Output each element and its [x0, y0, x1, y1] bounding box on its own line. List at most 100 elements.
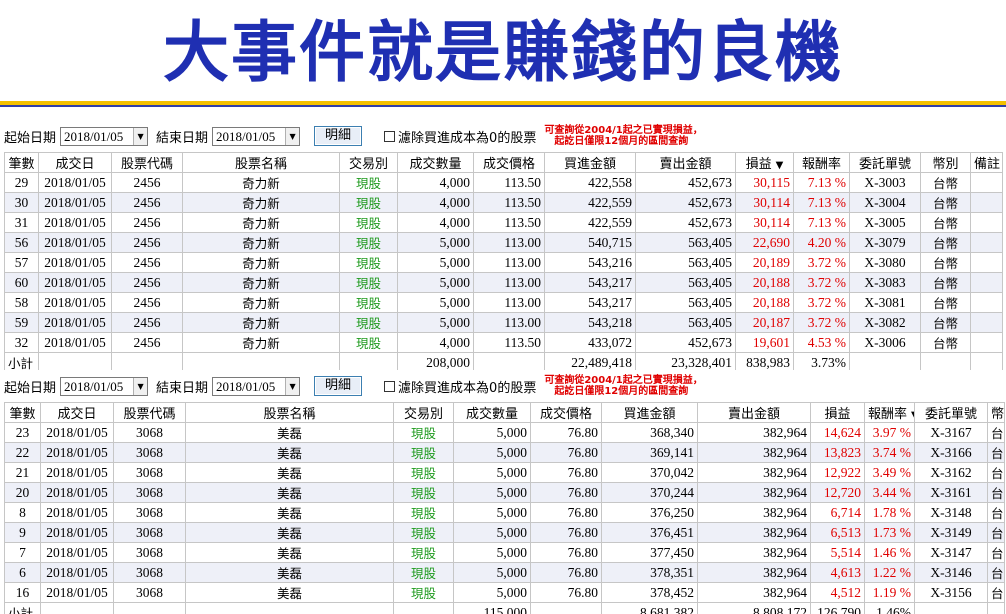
cell-buy-amount: 368,340: [601, 422, 698, 443]
end-date-select[interactable]: 2018/01/05 ▼: [212, 126, 301, 146]
cell-row-count: 9: [4, 522, 41, 543]
table-row[interactable]: 59 2018/01/05 2456 奇力新 現股 5,000 113.00 543,218 5…: [4, 312, 1003, 333]
cell-currency: 台幣: [920, 172, 971, 193]
col-header-sell-amount[interactable]: 賣出金額: [697, 402, 811, 423]
cell-price: 76.80: [530, 422, 602, 443]
table-row[interactable]: 23 2018/01/05 3068 美磊 現股 5,000 76.80 368,340 382…: [4, 422, 1005, 443]
table-row[interactable]: 9 2018/01/05 3068 美磊 現股 5,000 76.80 376,451 382,…: [4, 522, 1005, 543]
cell-price: 113.00: [473, 252, 545, 273]
end-date-value: 2018/01/05: [216, 378, 276, 394]
dropdown-arrow-icon[interactable]: ▼: [133, 127, 148, 145]
checkbox-icon[interactable]: [384, 130, 396, 142]
end-date-select[interactable]: 2018/01/05 ▼: [212, 376, 301, 396]
start-date-value: 2018/01/05: [64, 378, 124, 394]
col-header-trade-date[interactable]: 成交日: [38, 152, 112, 173]
cell-sell-amount: 382,964: [697, 522, 811, 543]
cell-quantity: 5,000: [397, 272, 474, 293]
col-header-stock-code[interactable]: 股票代碼: [111, 152, 183, 173]
cell-return: 3.72 %: [793, 272, 850, 293]
cell-currency: 台幣: [987, 542, 1005, 563]
table-row[interactable]: 8 2018/01/05 3068 美磊 現股 5,000 76.80 376,250 382,…: [4, 502, 1005, 523]
cell-buy-amount: 422,558: [544, 172, 636, 193]
col-header-stock-code[interactable]: 股票代碼: [113, 402, 186, 423]
cell-row-count: 58: [4, 292, 39, 313]
slide-title: 大事件就是賺錢的良機: [163, 14, 843, 91]
col-header-profit[interactable]: 損益 ▼: [735, 152, 794, 173]
dropdown-arrow-icon[interactable]: ▼: [133, 377, 148, 395]
table-row[interactable]: 30 2018/01/05 2456 奇力新 現股 4,000 113.50 422,559 4…: [4, 192, 1003, 213]
table-row[interactable]: 56 2018/01/05 2456 奇力新 現股 5,000 113.00 540,715 5…: [4, 232, 1003, 253]
subtotal-label: 小計: [4, 602, 41, 614]
table-row[interactable]: 58 2018/01/05 2456 奇力新 現股 5,000 113.00 543,217 5…: [4, 292, 1003, 313]
col-header-profit[interactable]: 損益: [810, 402, 865, 423]
cell-buy-amount: 378,351: [601, 562, 698, 583]
start-date-select[interactable]: 2018/01/05 ▼: [60, 126, 149, 146]
cell-stock-code: 3068: [113, 482, 186, 503]
cell-trade-type: 現股: [393, 582, 454, 603]
table-row[interactable]: 32 2018/01/05 2456 奇力新 現股 4,000 113.50 433,072 4…: [4, 332, 1003, 353]
cell-row-count: 6: [4, 562, 41, 583]
cell-profit: 5,514: [810, 542, 865, 563]
col-header-trade-type[interactable]: 交易別: [393, 402, 454, 423]
checkbox-icon[interactable]: [384, 380, 396, 392]
cell-trade-type: 現股: [339, 212, 398, 233]
cell-stock-name: 美磊: [185, 542, 394, 563]
col-header-return[interactable]: 報酬率▼: [864, 402, 915, 423]
table-row[interactable]: 60 2018/01/05 2456 奇力新 現股 5,000 113.00 543,217 5…: [4, 272, 1003, 293]
cell-currency: 台幣: [920, 292, 971, 313]
col-header-trade-date[interactable]: 成交日: [40, 402, 114, 423]
dropdown-arrow-icon[interactable]: ▼: [285, 377, 300, 395]
detail-button[interactable]: 明細: [314, 376, 363, 396]
col-header-price[interactable]: 成交價格: [530, 402, 602, 423]
cell-price: 113.00: [473, 232, 545, 253]
realized-pl-table: 筆數 成交日 股票代碼 股票名稱 交易別 成交數量 成交價格 買進金額 賣出金額…: [4, 402, 1005, 614]
cell-stock-name: 美磊: [185, 502, 394, 523]
cell-buy-amount: 370,042: [601, 462, 698, 483]
col-header-quantity[interactable]: 成交數量: [453, 402, 531, 423]
col-header-quantity[interactable]: 成交數量: [397, 152, 474, 173]
col-header-buy-amount[interactable]: 買進金額: [601, 402, 698, 423]
cell-price: 76.80: [530, 502, 602, 523]
col-header-currency[interactable]: 幣別: [987, 402, 1005, 423]
cell-profit: 6,513: [810, 522, 865, 543]
table-row[interactable]: 20 2018/01/05 3068 美磊 現股 5,000 76.80 370,244 382…: [4, 482, 1005, 503]
col-header-count[interactable]: 筆數: [4, 152, 39, 173]
realized-pl-table: 筆數 成交日 股票代碼 股票名稱 交易別 成交數量 成交價格 買進金額 賣出金額…: [4, 152, 1003, 373]
col-header-stock-name[interactable]: 股票名稱: [185, 402, 394, 423]
cell-profit: 20,188: [735, 272, 794, 293]
col-header-currency[interactable]: 幣別: [920, 152, 971, 173]
table-row[interactable]: 16 2018/01/05 3068 美磊 現股 5,000 76.80 378,452 382…: [4, 582, 1005, 603]
table-row[interactable]: 57 2018/01/05 2456 奇力新 現股 5,000 113.00 543,216 5…: [4, 252, 1003, 273]
cell-quantity: 5,000: [453, 562, 531, 583]
table-row[interactable]: 6 2018/01/05 3068 美磊 現股 5,000 76.80 378,351 382,…: [4, 562, 1005, 583]
cell-currency: 台幣: [987, 462, 1005, 483]
table-row[interactable]: 21 2018/01/05 3068 美磊 現股 5,000 76.80 370,042 382…: [4, 462, 1005, 483]
col-header-order-no[interactable]: 委託單號: [914, 402, 988, 423]
col-header-price[interactable]: 成交價格: [473, 152, 545, 173]
table-row[interactable]: 31 2018/01/05 2456 奇力新 現股 4,000 113.50 422,559 4…: [4, 212, 1003, 233]
detail-button[interactable]: 明細: [314, 126, 363, 146]
filter-zero-cost-checkbox[interactable]: 濾除買進成本為0的股票: [384, 127, 536, 146]
col-header-return[interactable]: 報酬率: [793, 152, 850, 173]
col-header-remark[interactable]: 備註: [970, 152, 1003, 173]
col-header-sell-amount[interactable]: 賣出金額: [635, 152, 736, 173]
table-row[interactable]: 7 2018/01/05 3068 美磊 現股 5,000 76.80 377,450 382,…: [4, 542, 1005, 563]
col-header-stock-name[interactable]: 股票名稱: [182, 152, 340, 173]
col-header-buy-amount[interactable]: 買進金額: [544, 152, 636, 173]
col-header-count[interactable]: 筆數: [4, 402, 41, 423]
col-header-trade-type[interactable]: 交易別: [339, 152, 398, 173]
filter-zero-cost-checkbox[interactable]: 濾除買進成本為0的股票: [384, 377, 536, 396]
cell-stock-code: 3068: [113, 582, 186, 603]
cell-price: 113.00: [473, 312, 545, 333]
table-row[interactable]: 29 2018/01/05 2456 奇力新 現股 4,000 113.50 422,558 4…: [4, 172, 1003, 193]
table-row[interactable]: 22 2018/01/05 3068 美磊 現股 5,000 76.80 369,141 382…: [4, 442, 1005, 463]
cell-stock-code: 2456: [111, 312, 183, 333]
cell-row-count: 32: [4, 332, 39, 353]
cell-return: 7.13 %: [793, 192, 850, 213]
cell-sell-amount: 563,405: [635, 272, 736, 293]
cell-row-count: 57: [4, 252, 39, 273]
dropdown-arrow-icon[interactable]: ▼: [285, 127, 300, 145]
col-header-order-no[interactable]: 委託單號: [849, 152, 921, 173]
start-date-select[interactable]: 2018/01/05 ▼: [60, 376, 149, 396]
cell-trade-type: 現股: [393, 422, 454, 443]
